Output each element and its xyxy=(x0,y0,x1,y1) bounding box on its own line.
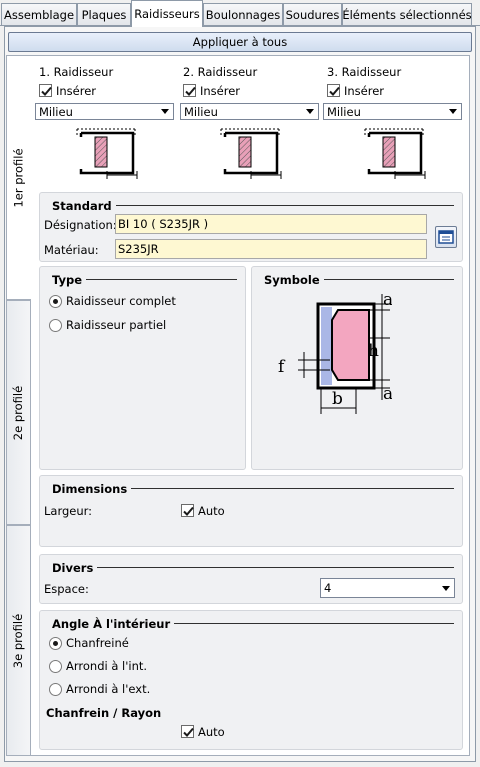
material-field[interactable]: S235JR xyxy=(115,239,427,259)
chamfer-auto-checkbox[interactable] xyxy=(181,725,194,738)
stiffener-1-insert-checkbox[interactable] xyxy=(39,84,52,97)
spacing-label: Espace: xyxy=(44,582,89,596)
dimensions-group: Dimensions Largeur: Auto xyxy=(39,475,463,547)
full-stiffener-label: Raidisseur complet xyxy=(66,294,176,308)
symbol-label-b: b xyxy=(332,389,343,409)
chamfered-label: Chanfreiné xyxy=(66,636,129,650)
stiffener-1-insert-label: Insérer xyxy=(56,84,97,98)
stiffener-2-insert-label: Insérer xyxy=(200,84,241,98)
tab-raidisseurs[interactable]: Raidisseurs xyxy=(131,0,203,27)
radio-full-stiffener[interactable] xyxy=(49,295,62,308)
angle-title: Angle À l'intérieur xyxy=(52,617,175,631)
stiffener-2-position-select[interactable]: Milieu xyxy=(180,103,319,120)
partial-stiffener-label: Raidisseur partiel xyxy=(66,318,167,332)
group-divider xyxy=(130,488,454,489)
stiffener-2-insert-checkbox[interactable] xyxy=(183,84,196,97)
chevron-down-icon xyxy=(449,109,457,114)
stiffener-2-preview-icon xyxy=(220,128,282,179)
group-divider xyxy=(110,205,454,206)
spacing-value: 4 xyxy=(324,581,332,595)
tab-bar: Assemblage Plaques Raidisseurs Boulonnag… xyxy=(0,0,480,27)
stiffener-3-insert-checkbox[interactable] xyxy=(327,84,340,97)
divers-title: Divers xyxy=(52,561,98,575)
stiffener-symbol-diagram: a h f a b xyxy=(278,292,392,414)
tab-profile-1-label: 1er profilé xyxy=(12,147,27,208)
symbol-label-f: f xyxy=(278,357,286,377)
stiffener-1-position-value: Milieu xyxy=(39,104,73,119)
tab-profile-3[interactable]: 3e profilé xyxy=(6,525,30,756)
group-divider xyxy=(96,567,454,568)
chevron-down-icon xyxy=(306,109,314,114)
group-divider xyxy=(85,279,237,280)
designation-field[interactable]: BI 10 ( S235JR ) xyxy=(115,214,427,234)
stiffener-3-insert-label: Insérer xyxy=(344,84,385,98)
dimensions-title: Dimensions xyxy=(52,482,132,496)
radio-partial-stiffener[interactable] xyxy=(49,319,62,332)
chevron-down-icon xyxy=(442,586,450,591)
profile-panel: 1. Raidisseur Insérer Milieu 2. Raidisse… xyxy=(30,55,470,756)
check-icon xyxy=(329,86,340,96)
symbol-group: Symbole a h f a b xyxy=(251,266,463,470)
check-icon xyxy=(183,727,194,737)
tab-profile-1[interactable]: 1er profilé xyxy=(6,55,31,300)
tab-profile-2[interactable]: 2e profilé xyxy=(6,300,30,525)
radio-rounded-outside[interactable] xyxy=(49,683,62,696)
stiffener-2-position-value: Milieu xyxy=(184,104,218,119)
tab-profile-2-label: 2e profilé xyxy=(11,385,26,440)
stiffener-1-preview-icon xyxy=(76,128,138,179)
chamfer-auto-label: Auto xyxy=(198,725,225,739)
width-auto-checkbox[interactable] xyxy=(181,504,194,517)
radio-rounded-inside[interactable] xyxy=(49,660,62,673)
radio-chamfered[interactable] xyxy=(49,637,62,650)
symbol-label-h: h xyxy=(368,341,379,361)
symbol-label-a-bottom: a xyxy=(383,384,392,404)
check-icon xyxy=(185,86,196,96)
type-title: Type xyxy=(52,273,87,287)
spacing-select[interactable]: 4 xyxy=(320,578,455,598)
width-auto-label: Auto xyxy=(198,504,225,518)
profile-side-tabs: 1er profilé 2e profilé 3e profilé xyxy=(6,55,31,756)
group-divider xyxy=(170,623,454,624)
stiffener-1-position-select[interactable]: Milieu xyxy=(35,103,174,120)
symbol-title: Symbole xyxy=(264,273,324,287)
standard-group: Standard Désignation: BI 10 ( S235JR ) M… xyxy=(39,192,463,262)
tab-soudures[interactable]: Soudures xyxy=(283,3,342,25)
stiffener-3-position-value: Milieu xyxy=(327,104,361,119)
stiffener-3-title: 3. Raidisseur xyxy=(327,65,402,79)
standard-title: Standard xyxy=(52,199,116,213)
group-divider xyxy=(322,279,454,280)
divers-group: Divers Espace: 4 xyxy=(39,554,463,604)
type-group: Type Raidisseur complet Raidisseur parti… xyxy=(39,266,246,470)
stiffener-1-title: 1. Raidisseur xyxy=(39,65,114,79)
rounded-outside-label: Arrondi à l'ext. xyxy=(66,682,151,696)
tab-plaques[interactable]: Plaques xyxy=(77,3,131,25)
width-label: Largeur: xyxy=(44,504,93,518)
angle-group: Angle À l'intérieur Chanfreiné Arrondi à… xyxy=(39,610,463,750)
stiffener-3-position-select[interactable]: Milieu xyxy=(323,103,462,120)
material-label: Matériau: xyxy=(44,243,99,257)
chamfer-radius-title: Chanfrein / Rayon xyxy=(46,706,162,720)
catalog-icon xyxy=(438,230,454,244)
apply-to-all-button[interactable]: Appliquer à tous xyxy=(8,32,472,52)
tab-assemblage[interactable]: Assemblage xyxy=(1,3,77,25)
designation-label: Désignation: xyxy=(44,218,117,232)
check-icon xyxy=(183,506,194,516)
check-icon xyxy=(41,86,52,96)
stiffener-3-preview-icon xyxy=(364,128,426,179)
catalog-button[interactable] xyxy=(435,226,457,248)
tab-elements-selectionnes[interactable]: Éléments sélectionnés xyxy=(342,3,472,25)
tab-boulonnages[interactable]: Boulonnages xyxy=(203,3,283,25)
stiffener-2-title: 2. Raidisseur xyxy=(183,65,258,79)
tab-profile-3-label: 3e profilé xyxy=(11,613,26,668)
rounded-inside-label: Arrondi à l'int. xyxy=(66,659,148,673)
symbol-label-a-top: a xyxy=(383,292,392,310)
chevron-down-icon xyxy=(161,109,169,114)
